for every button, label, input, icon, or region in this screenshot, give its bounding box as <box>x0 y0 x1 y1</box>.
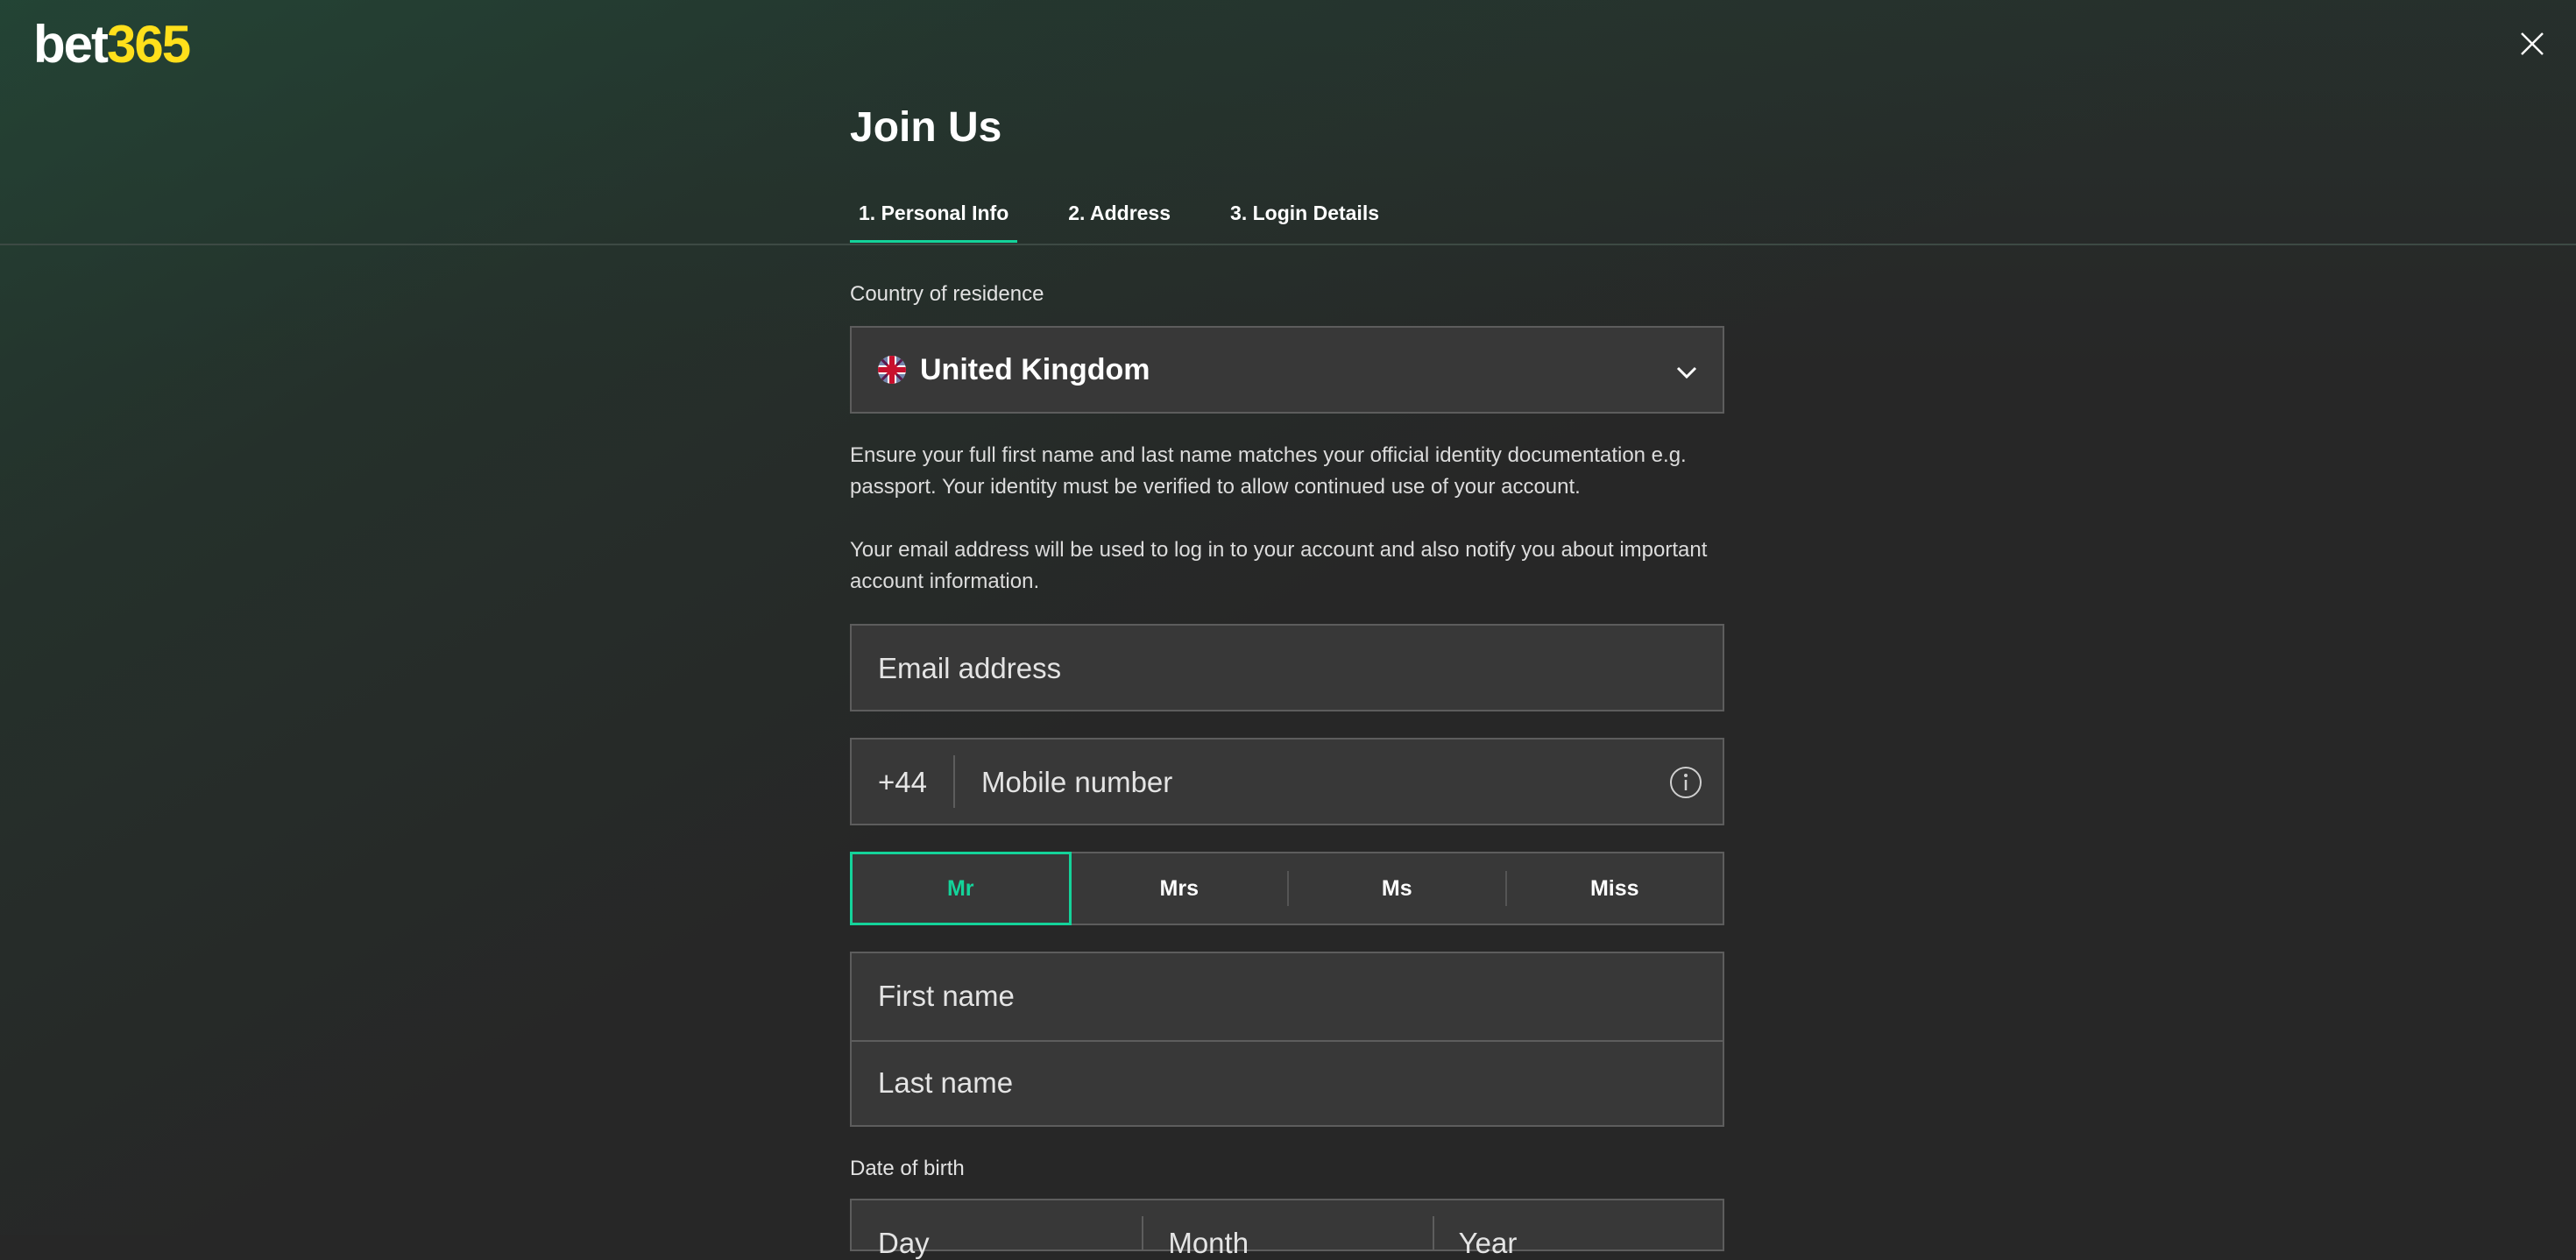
tab-address[interactable]: 2. Address <box>1059 196 1179 245</box>
dob-field: Day Month Year <box>850 1199 1724 1259</box>
first-name-field[interactable]: First name <box>852 953 1723 1039</box>
logo-text-365: 365 <box>107 15 191 74</box>
mobile-placeholder: Mobile number <box>981 766 1173 798</box>
title-option-mrs[interactable]: Mrs <box>1072 853 1288 924</box>
country-value: United Kingdom <box>920 352 1150 386</box>
title-option-ms[interactable]: Ms <box>1289 853 1505 924</box>
chevron-down-icon <box>1676 366 1697 379</box>
email-notice: Your email address will be used to log i… <box>850 538 1708 593</box>
title-option-miss[interactable]: Miss <box>1507 853 1723 924</box>
country-select[interactable]: United Kingdom <box>850 326 1724 414</box>
first-name-placeholder: First name <box>878 980 1015 1012</box>
info-icon[interactable] <box>1668 765 1703 800</box>
last-name-field[interactable]: Last name <box>852 1040 1723 1128</box>
email-field[interactable]: Email address <box>850 624 1724 711</box>
prefix-divider <box>953 755 955 808</box>
dob-year-placeholder: Year <box>1458 1227 1518 1259</box>
page-title: Join Us <box>850 104 1002 151</box>
dob-label: Date of birth <box>850 1157 965 1180</box>
email-placeholder: Email address <box>878 652 1062 684</box>
name-fields: First name Last name <box>850 952 1724 1127</box>
dob-year-select[interactable]: Year <box>1432 1200 1723 1259</box>
uk-flag-icon <box>878 356 906 384</box>
last-name-placeholder: Last name <box>878 1066 1014 1099</box>
close-icon[interactable] <box>2515 26 2550 61</box>
dob-day-placeholder: Day <box>878 1227 930 1259</box>
title-option-mr[interactable]: Mr <box>850 852 1072 925</box>
tab-personal-info[interactable]: 1. Personal Info <box>850 196 1018 245</box>
tab-login-details[interactable]: 3. Login Details <box>1221 196 1388 245</box>
mobile-field[interactable]: +44 Mobile number <box>850 738 1724 825</box>
dob-month-placeholder: Month <box>1168 1227 1249 1259</box>
dob-day-select[interactable]: Day <box>852 1200 1142 1259</box>
country-label: Country of residence <box>850 282 1044 306</box>
name-notice: Ensure your full first name and last nam… <box>850 443 1687 499</box>
country-code-prefix[interactable]: +44 <box>878 766 927 799</box>
dob-month-select[interactable]: Month <box>1142 1200 1432 1259</box>
logo-text-bet: bet <box>33 15 109 74</box>
bet365-logo[interactable]: bet365 <box>33 14 191 75</box>
step-tabs: 1. Personal Info 2. Address 3. Login Det… <box>850 196 1430 245</box>
title-selector: Mr Mrs Ms Miss <box>850 852 1724 925</box>
